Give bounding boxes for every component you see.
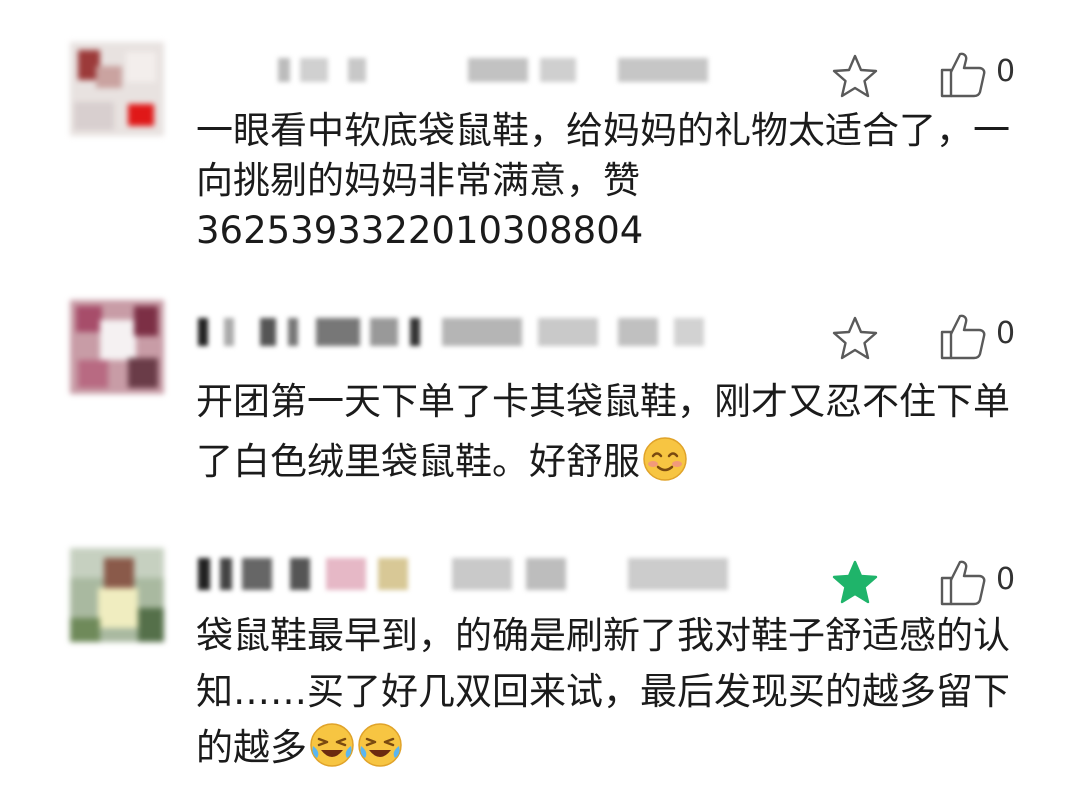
like-button[interactable]: 0 bbox=[938, 556, 1028, 606]
like-count: 0 bbox=[996, 316, 1016, 351]
comment-text: 一眼看中软底袋鼠鞋，给妈妈的礼物太适合了，一向挑剔的妈妈非常满意，赞 36253… bbox=[196, 106, 1036, 256]
comment-body: 开团第一天下单了卡其袋鼠鞋，刚才又忍不住下单了白色绒里袋鼠鞋。好舒服 bbox=[196, 380, 1010, 483]
comment-text: 开团第一天下单了卡其袋鼠鞋，刚才又忍不住下单了白色绒里袋鼠鞋。好舒服 bbox=[196, 372, 1036, 500]
like-button[interactable]: 0 bbox=[938, 48, 1028, 98]
like-count: 0 bbox=[996, 562, 1016, 597]
username-blurred[interactable] bbox=[198, 558, 758, 590]
thumbs-up-icon bbox=[940, 560, 986, 606]
like-button[interactable]: 0 bbox=[938, 310, 1028, 360]
thumbs-up-icon bbox=[940, 52, 986, 98]
comment-text: 袋鼠鞋最早到，的确是刷新了我对鞋子舒适感的认知……买了好几双回来试，最后发现买的… bbox=[196, 608, 1036, 784]
favorite-star-icon[interactable] bbox=[830, 52, 880, 102]
laughing-crying-emoji bbox=[309, 722, 355, 784]
username-blurred[interactable] bbox=[198, 318, 728, 346]
avatar[interactable] bbox=[70, 300, 164, 394]
order-number: 3625393322010308804 bbox=[196, 209, 644, 252]
avatar[interactable] bbox=[70, 42, 164, 136]
laughing-crying-emoji bbox=[357, 722, 403, 784]
username-blurred[interactable] bbox=[278, 58, 728, 82]
favorite-star-icon-active[interactable] bbox=[830, 558, 880, 608]
thumbs-up-icon bbox=[940, 314, 986, 360]
avatar[interactable] bbox=[70, 548, 164, 642]
comment-body: 一眼看中软底袋鼠鞋，给妈妈的礼物太适合了，一向挑剔的妈妈非常满意，赞 bbox=[196, 109, 1010, 202]
favorite-star-icon[interactable] bbox=[830, 314, 880, 364]
like-count: 0 bbox=[996, 54, 1016, 89]
smiling-blush-emoji bbox=[642, 436, 688, 500]
